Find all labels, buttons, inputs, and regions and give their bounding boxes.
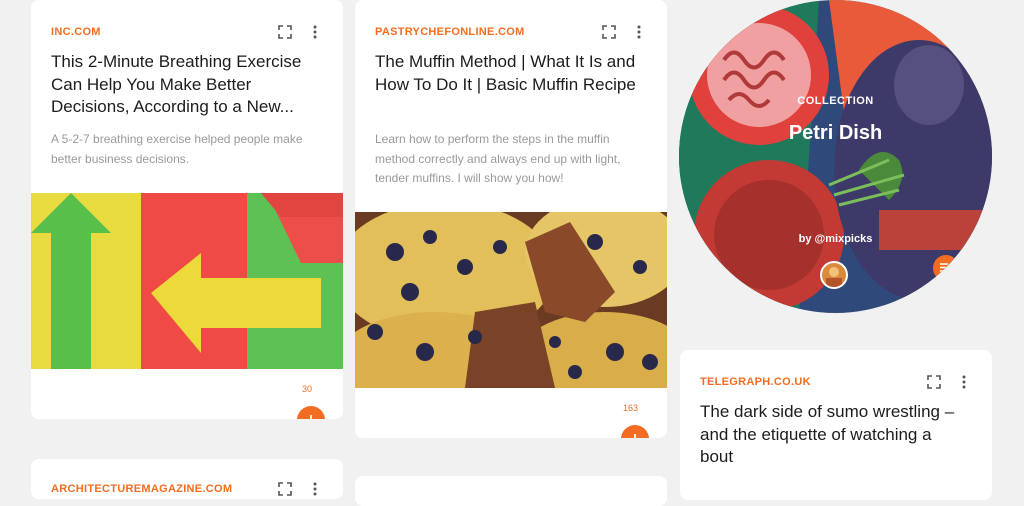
card-header: TELEGRAPH.CO.UK (700, 374, 972, 392)
save-count: 163 (623, 403, 639, 413)
article-card-telegraph[interactable]: TELEGRAPH.CO.UK The dark side of sumo wr… (680, 350, 992, 500)
card-actions (277, 24, 323, 40)
expand-icon[interactable] (277, 481, 293, 497)
card-actions (277, 481, 323, 497)
avatar-image (826, 267, 842, 287)
collection-byline[interactable]: by @mixpicks (679, 233, 992, 245)
source-label[interactable]: TELEGRAPH.CO.UK (700, 376, 811, 388)
article-title[interactable]: This 2-Minute Breathing Exercise Can Hel… (51, 51, 319, 119)
expand-icon[interactable] (926, 374, 942, 390)
source-label[interactable]: ARCHITECTUREMAGAZINE.COM (51, 483, 232, 495)
source-label[interactable]: INC.COM (51, 26, 101, 38)
article-card-partial[interactable] (355, 476, 667, 506)
card-actions (926, 374, 972, 390)
collection-title[interactable]: Petri Dish (679, 122, 992, 145)
more-vertical-icon[interactable] (956, 374, 972, 390)
expand-icon[interactable] (601, 24, 617, 40)
collection-kicker: COLLECTION (797, 95, 874, 107)
expand-icon[interactable] (277, 24, 293, 40)
avatar[interactable] (820, 261, 848, 289)
card-header: INC.COM (51, 24, 323, 42)
article-image[interactable] (31, 193, 343, 369)
add-button[interactable] (297, 406, 325, 419)
article-description: A 5-2-7 breathing exercise helped people… (51, 132, 303, 166)
add-button[interactable] (621, 425, 649, 438)
add-to-playlist-button[interactable] (933, 255, 959, 281)
plus-icon (310, 415, 312, 419)
article-image[interactable] (355, 212, 667, 388)
article-description: Learn how to perform the steps in the mu… (375, 132, 621, 185)
collection-card[interactable]: COLLECTION Petri Dish by @mixpicks (679, 0, 992, 313)
more-vertical-icon[interactable] (631, 24, 647, 40)
article-title[interactable]: The dark side of sumo wrestling – and th… (700, 401, 968, 469)
card-actions (601, 24, 647, 40)
article-card-pastrychef[interactable]: PASTRYCHEFONLINE.COM The Muffin Method |… (355, 0, 667, 438)
article-card-inc[interactable]: INC.COM This 2-Minute Breathing Exercise… (31, 0, 343, 419)
add-to-playlist-icon (940, 263, 953, 274)
source-label[interactable]: PASTRYCHEFONLINE.COM (375, 26, 525, 38)
card-header: PASTRYCHEFONLINE.COM (375, 24, 647, 42)
more-vertical-icon[interactable] (307, 481, 323, 497)
article-card-architecture[interactable]: ARCHITECTUREMAGAZINE.COM (31, 459, 343, 499)
card-header: ARCHITECTUREMAGAZINE.COM (51, 481, 323, 499)
more-vertical-icon[interactable] (307, 24, 323, 40)
plus-icon (634, 434, 636, 438)
save-count: 30 (302, 384, 313, 394)
article-title[interactable]: The Muffin Method | What It Is and How T… (375, 51, 643, 96)
